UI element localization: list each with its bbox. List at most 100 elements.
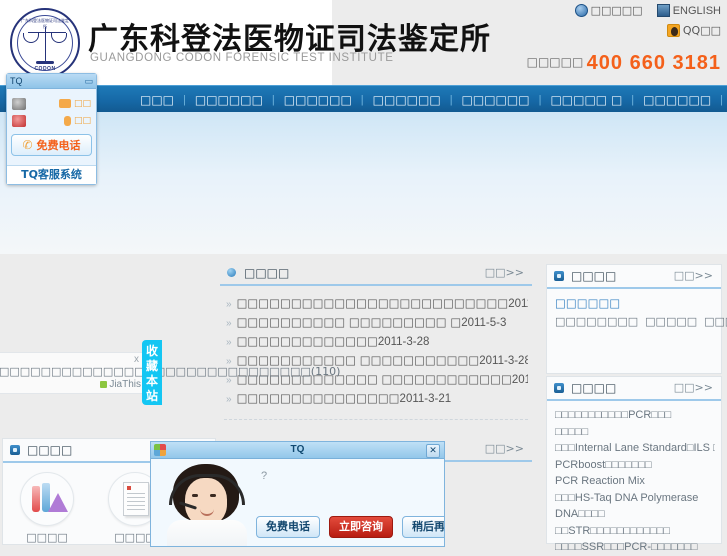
qq-link[interactable]: QQ□□ bbox=[683, 24, 721, 37]
globe-icon bbox=[574, 4, 588, 17]
rp1-more-link[interactable]: □□>> bbox=[674, 269, 713, 282]
tag-link[interactable]: □□□□ bbox=[704, 315, 727, 328]
nav-items: □□□ | □□□□□□ | □□□□□□ | □□□□□□ | □□□□□□ | □□□□□ □ |… bbox=[0, 86, 727, 113]
news-item[interactable]: » □□□□□□□□□□ □□□□□□□□□ □2011-5-3 bbox=[226, 313, 528, 332]
news-item[interactable]: » □□□□□□□□□□□□□□□□□□□□□□□□□2011-6-22 bbox=[226, 294, 528, 313]
tag-link[interactable]: □□□□□ bbox=[645, 315, 697, 328]
news-panel: □□□□ □□>> »□□□□□□□□□□□□□□□□□□□□□□□□□2011… bbox=[220, 262, 532, 420]
nav-item-6[interactable]: □□□□□□ bbox=[643, 93, 711, 107]
tag-link[interactable]: □□□□□□□□ bbox=[555, 315, 638, 328]
nav-item-5[interactable]: □□□□□ □ bbox=[550, 93, 622, 107]
main-navigation: □□□ | □□□□□□ | □□□□□□ | □□□□□□ | □□□□□□ | □□□□□ □ |… bbox=[0, 85, 727, 114]
rp2-header: □□□□ □□>> bbox=[547, 377, 721, 401]
panel-square-icon bbox=[554, 271, 564, 281]
tq-floating-chat-widget[interactable]: TQ ▭ □□ □□ ✆ 免费电话 TQ客服系统 bbox=[6, 73, 97, 185]
product-link[interactable]: PCR Reaction Mix bbox=[555, 473, 715, 490]
mp-more-link[interactable]: □□>> bbox=[485, 442, 524, 455]
nav-separator: | bbox=[631, 93, 635, 106]
flag-icon bbox=[656, 4, 670, 17]
blp-cell-0-caption: □□□□ bbox=[26, 531, 68, 544]
nav-separator: | bbox=[720, 93, 724, 106]
document-sheet bbox=[123, 482, 149, 516]
product-link[interactable]: DNA□□□□ bbox=[555, 506, 715, 523]
product-link[interactable]: □□□Internal Lane Standard□ILS □ bbox=[555, 440, 715, 457]
jiathis-share-bar: □□□□□□□□□□□□□□□□□□□□□□□□□□□□□□(110) x Ji… bbox=[0, 352, 340, 394]
doc-line bbox=[127, 509, 145, 510]
online-chip-icon bbox=[63, 115, 71, 126]
hero-banner bbox=[0, 112, 727, 254]
news-item-title: □□□□□□□□□□□□□□□□□□□□□□□□□ bbox=[236, 296, 509, 310]
news-item-date: 2011-3-24 bbox=[511, 374, 528, 386]
nav-separator: | bbox=[449, 93, 453, 106]
tq-row-message-right: □□ bbox=[58, 98, 91, 109]
news-item-date: 2011-3-28 bbox=[377, 336, 430, 348]
product-link[interactable]: □□□□□ bbox=[555, 424, 715, 441]
tq-popup-button-2[interactable]: 稍后再说 bbox=[402, 516, 444, 538]
news-more-link[interactable]: □□>> bbox=[485, 266, 524, 279]
blp-title: □□□□ bbox=[27, 443, 73, 457]
product-link[interactable]: □□STR□□□□□□□□□□□□ bbox=[555, 523, 715, 540]
tq-popup-button-0[interactable]: 免费电话 bbox=[256, 516, 320, 538]
nav-item-4[interactable]: □□□□□□ bbox=[462, 93, 530, 107]
agent-photo bbox=[161, 464, 253, 546]
flask-purple bbox=[48, 493, 68, 512]
rp1-subtitle[interactable]: □□□□□□ bbox=[547, 289, 721, 313]
nav-separator: | bbox=[183, 93, 186, 106]
rp1-header: □□□□ □□>> bbox=[547, 265, 721, 289]
seal-scale-base bbox=[36, 61, 54, 64]
news-item-title: □□□□□□□□□□□□□□□ bbox=[236, 391, 400, 405]
nav-item-0[interactable]: □□□ bbox=[140, 93, 174, 107]
jiathis-brand[interactable]: JiaThis bbox=[100, 379, 141, 390]
close-icon[interactable]: x bbox=[134, 354, 139, 365]
news-item[interactable]: » □□□□□□□□□□□□□2011-3-28 bbox=[226, 332, 528, 351]
nav-separator: | bbox=[360, 93, 364, 106]
product-link[interactable]: □□□HS-Taq DNA Polymerase bbox=[555, 490, 715, 507]
lang-cn-link[interactable]: □□□□□ bbox=[591, 4, 643, 17]
product-link[interactable]: PCRboost□□□□□□□ bbox=[555, 457, 715, 474]
doc-line bbox=[127, 497, 145, 498]
close-icon[interactable]: ✕ bbox=[426, 444, 440, 458]
flask-red bbox=[32, 486, 40, 512]
doc-line bbox=[127, 493, 145, 494]
nav-item-2[interactable]: □□□□□□ bbox=[284, 93, 352, 107]
headset-red-icon bbox=[12, 114, 26, 127]
headset-gray-icon bbox=[12, 97, 26, 110]
tq-row-online[interactable]: □□ bbox=[12, 112, 91, 129]
tq-popup-dialog[interactable]: TQ ✕ ? 免费电话立即咨询稍后再说 bbox=[150, 441, 445, 547]
rp2-title: □□□□ bbox=[571, 381, 617, 395]
hotline-label: □□□□□ bbox=[526, 55, 584, 69]
tq-free-call-button[interactable]: ✆ 免费电话 bbox=[11, 134, 92, 156]
doc-line bbox=[127, 501, 145, 502]
product-link[interactable]: □□□□□□□□□□□PCR□□□ bbox=[555, 407, 715, 424]
news-panel-title: □□□□ bbox=[244, 266, 290, 280]
tq-row-online-right: □□ bbox=[63, 115, 91, 126]
nav-item-3[interactable]: □□□□□□ bbox=[373, 93, 441, 107]
nav-item-1[interactable]: □□□□□□ bbox=[195, 93, 263, 107]
rp2-more-link[interactable]: □□>> bbox=[674, 381, 713, 394]
news-item-title: □□□□□□□□□□□□□ bbox=[236, 334, 378, 348]
flasks-icon bbox=[20, 472, 74, 526]
tq-row-message-label: □□ bbox=[73, 98, 91, 109]
tq-widget-titlebar: TQ ▭ bbox=[7, 74, 96, 89]
panel-square-icon bbox=[554, 383, 564, 393]
tq-widget-minimize-icon[interactable]: ▭ bbox=[84, 74, 93, 88]
news-item[interactable]: » □□□□□□□□□□□□□□□2011-3-21 bbox=[226, 389, 528, 408]
tq-system-footer[interactable]: TQ客服系统 bbox=[7, 165, 96, 184]
product-link[interactable]: □□□□SSR□□□PCR-□□□□□□□ bbox=[555, 539, 715, 556]
tq-popup-button-1[interactable]: 立即咨询 bbox=[329, 516, 393, 538]
tq-row-message[interactable]: □□ bbox=[12, 95, 91, 112]
qq-penguin-icon bbox=[666, 24, 680, 37]
blp-cell-reagents[interactable]: □□□□ bbox=[3, 472, 91, 544]
institute-seal-logo: 广东科登法医物证司法鉴定所 CODON bbox=[10, 8, 80, 78]
news-item-date: 2011-3-28 bbox=[479, 355, 528, 367]
news-item-title: □□□□□□□□□□ □□□□□□□□□ □ bbox=[236, 315, 462, 329]
news-panel-header: □□□□ □□>> bbox=[220, 262, 532, 286]
tq-popup-title: TQ bbox=[290, 444, 305, 455]
chevron-right-icon: » bbox=[226, 394, 232, 405]
bookmark-site-tab[interactable]: 收藏本站 bbox=[142, 340, 162, 405]
tq-widget-rows: □□ □□ bbox=[7, 89, 96, 131]
lang-en-link[interactable]: ENGLISH bbox=[673, 5, 721, 17]
message-chip-icon bbox=[58, 99, 71, 108]
right-panel-products: □□□□ □□>> □□□□□□□□□□□PCR□□□ □□□□□ □□□Inter… bbox=[546, 376, 722, 553]
document-mark bbox=[127, 486, 131, 490]
